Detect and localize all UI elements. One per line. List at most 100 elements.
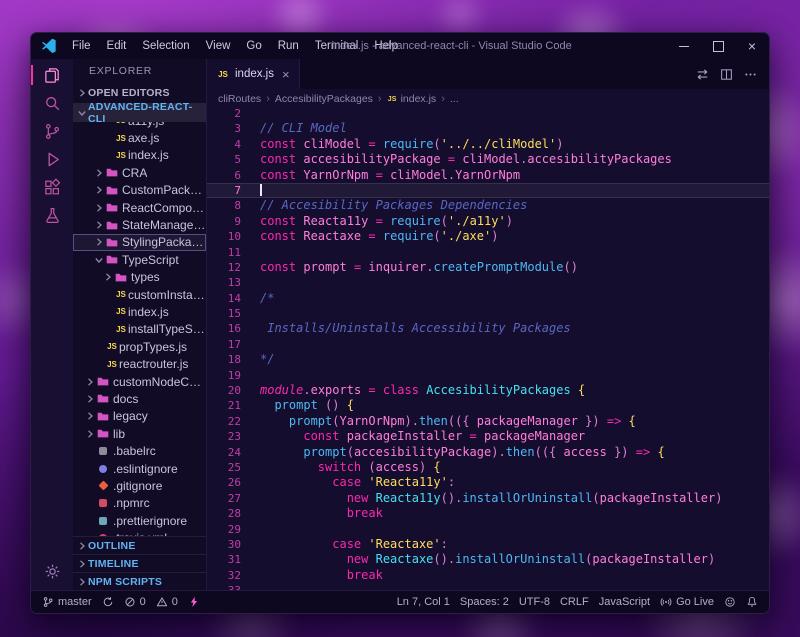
tree-folder-lib[interactable]: lib xyxy=(73,425,206,442)
status-git-branch[interactable]: master xyxy=(37,591,97,613)
code-line-7[interactable]: 7 xyxy=(207,183,769,198)
tree-file-reactrouter-js[interactable]: JSreactrouter.js xyxy=(73,355,206,372)
tree-file-proptypes-js[interactable]: JSpropTypes.js xyxy=(73,338,206,355)
tree-file-npmrc[interactable]: .npmrc xyxy=(73,495,206,512)
status-language-mode[interactable]: JavaScript xyxy=(594,591,655,613)
code-line-13[interactable]: 13 xyxy=(207,275,769,290)
menu-view[interactable]: View xyxy=(198,33,239,59)
editor-action-swap[interactable] xyxy=(691,63,713,85)
activity-extensions[interactable] xyxy=(31,173,73,201)
tree-file-a11y-js[interactable]: JSa11y.js xyxy=(73,122,206,129)
code-line-19[interactable]: 19 xyxy=(207,368,769,383)
code-line-31[interactable]: 31 new Reactaxe().installOrUninstall(pac… xyxy=(207,552,769,567)
status-cursor-position[interactable]: Ln 7, Col 1 xyxy=(392,591,455,613)
code-line-4[interactable]: 4const cliModel = require('../../cliMode… xyxy=(207,137,769,152)
code-line-21[interactable]: 21 prompt () { xyxy=(207,398,769,413)
code-line-10[interactable]: 10const Reactaxe = require('./axe') xyxy=(207,229,769,244)
code-line-18[interactable]: 18*/ xyxy=(207,352,769,367)
code-line-32[interactable]: 32 break xyxy=(207,568,769,583)
code-line-8[interactable]: 8// Accesibility Packages Dependencies xyxy=(207,198,769,213)
code-line-33[interactable]: 33 xyxy=(207,583,769,590)
tree-file-installtypescrip[interactable]: JSinstallTypeScrip... xyxy=(73,321,206,338)
editor[interactable]: 23// CLI Model4const cliModel = require(… xyxy=(207,109,769,590)
status-go-live[interactable]: Go Live xyxy=(655,591,719,613)
tree-file-axe-js[interactable]: JSaxe.js xyxy=(73,129,206,146)
code-line-2[interactable]: 2 xyxy=(207,109,769,121)
menu-selection[interactable]: Selection xyxy=(134,33,197,59)
maximize-button[interactable] xyxy=(701,33,735,59)
status-indentation[interactable]: Spaces: 2 xyxy=(455,591,514,613)
activity-testing[interactable] xyxy=(31,201,73,229)
breadcrumb-item[interactable]: ... xyxy=(450,93,459,105)
tree-folder-types[interactable]: types xyxy=(73,269,206,286)
code-line-26[interactable]: 26 case 'Reacta11y': xyxy=(207,475,769,490)
breadcrumb-index-js[interactable]: JSindex.js xyxy=(387,93,437,105)
tree-folder-customnodecmd[interactable]: customNodeCMD xyxy=(73,373,206,390)
project-root-header[interactable]: ADVANCED-REACT-CLI xyxy=(73,103,206,122)
tree-folder-custompackagei[interactable]: CustomPackageI... xyxy=(73,182,206,199)
breadcrumb-cliroutes[interactable]: cliRoutes xyxy=(218,93,261,105)
activity-explorer[interactable] xyxy=(31,61,73,89)
tree-folder-stylingpackages[interactable]: StylingPackages xyxy=(73,234,206,251)
code-line-6[interactable]: 6const YarnOrNpm = cliModel.YarnOrNpm xyxy=(207,168,769,183)
menu-file[interactable]: File xyxy=(64,33,99,59)
breadcrumb-accesibilitypackages[interactable]: AccesibilityPackages xyxy=(275,93,373,105)
tree-file-custominstall-js[interactable]: JScustomInstall.js xyxy=(73,286,206,303)
tree-file-gitignore[interactable]: .gitignore xyxy=(73,477,206,494)
editor-action-more[interactable] xyxy=(739,63,761,85)
tree-folder-reactcomponent[interactable]: ReactComponent xyxy=(73,199,206,216)
tree-folder-docs[interactable]: docs xyxy=(73,390,206,407)
close-button[interactable]: × xyxy=(735,33,769,59)
code-line-22[interactable]: 22 prompt(YarnOrNpm).then(({ packageMana… xyxy=(207,414,769,429)
menu-run[interactable]: Run xyxy=(270,33,307,59)
tree-folder-statemanagement[interactable]: StateManagement xyxy=(73,216,206,233)
tree-folder-typescript[interactable]: TypeScript xyxy=(73,251,206,268)
code-line-15[interactable]: 15 xyxy=(207,306,769,321)
code-line-9[interactable]: 9const Reacta11y = require('./a11y') xyxy=(207,214,769,229)
status-errors[interactable]: 0 xyxy=(119,591,151,613)
status-notifications[interactable] xyxy=(741,591,763,613)
code-line-5[interactable]: 5const accesibilityPackage = cliModel.ac… xyxy=(207,152,769,167)
section-outline[interactable]: OUTLINE xyxy=(73,536,206,554)
code-line-30[interactable]: 30 case 'Reactaxe': xyxy=(207,537,769,552)
tree-file-prettierignore[interactable]: .prettierignore xyxy=(73,512,206,529)
menu-go[interactable]: Go xyxy=(238,33,269,59)
code-line-16[interactable]: 16 Installs/Uninstalls Accessibility Pac… xyxy=(207,321,769,336)
code-line-17[interactable]: 17 xyxy=(207,337,769,352)
code-line-23[interactable]: 23 const packageInstaller = packageManag… xyxy=(207,429,769,444)
activity-settings[interactable] xyxy=(31,557,73,585)
activity-search[interactable] xyxy=(31,89,73,117)
code-line-12[interactable]: 12const prompt = inquirer.createPromptMo… xyxy=(207,260,769,275)
status-warnings[interactable]: 0 xyxy=(151,591,183,613)
code-line-27[interactable]: 27 new Reacta11y().installOrUninstall(pa… xyxy=(207,491,769,506)
status-encoding[interactable]: UTF-8 xyxy=(514,591,555,613)
code-line-29[interactable]: 29 xyxy=(207,522,769,537)
code-line-24[interactable]: 24 prompt(accesibilityPackage).then(({ a… xyxy=(207,445,769,460)
code-line-28[interactable]: 28 break xyxy=(207,506,769,521)
tree-file-index-js[interactable]: JSindex.js xyxy=(73,147,206,164)
status-eol[interactable]: CRLF xyxy=(555,591,594,613)
menu-edit[interactable]: Edit xyxy=(99,33,135,59)
code-line-20[interactable]: 20module.exports = class AccesibilityPac… xyxy=(207,383,769,398)
status-live-indicator[interactable] xyxy=(183,591,205,613)
tree-file-babelrc[interactable]: .babelrc xyxy=(73,442,206,459)
activity-source-control[interactable] xyxy=(31,117,73,145)
tab-index-js[interactable]: JS index.js × xyxy=(207,59,300,89)
status-feedback[interactable] xyxy=(719,591,741,613)
code-line-3[interactable]: 3// CLI Model xyxy=(207,121,769,136)
status-sync[interactable] xyxy=(97,591,119,613)
activity-run-and-debug[interactable] xyxy=(31,145,73,173)
close-tab-icon[interactable]: × xyxy=(282,67,290,82)
tree-file-travis-yml[interactable]: .travis.yml xyxy=(73,529,206,536)
section-npm-scripts[interactable]: NPM SCRIPTS xyxy=(73,572,206,590)
code-line-25[interactable]: 25 switch (access) { xyxy=(207,460,769,475)
tree-folder-cra[interactable]: CRA xyxy=(73,164,206,181)
tree-file-index-js[interactable]: JSindex.js xyxy=(73,303,206,320)
code-line-14[interactable]: 14/* xyxy=(207,291,769,306)
code-line-11[interactable]: 11 xyxy=(207,245,769,260)
tree-file-eslintignore[interactable]: .eslintignore xyxy=(73,460,206,477)
editor-action-split[interactable] xyxy=(715,63,737,85)
tree-folder-legacy[interactable]: legacy xyxy=(73,408,206,425)
minimize-button[interactable] xyxy=(667,33,701,59)
section-timeline[interactable]: TIMELINE xyxy=(73,554,206,572)
